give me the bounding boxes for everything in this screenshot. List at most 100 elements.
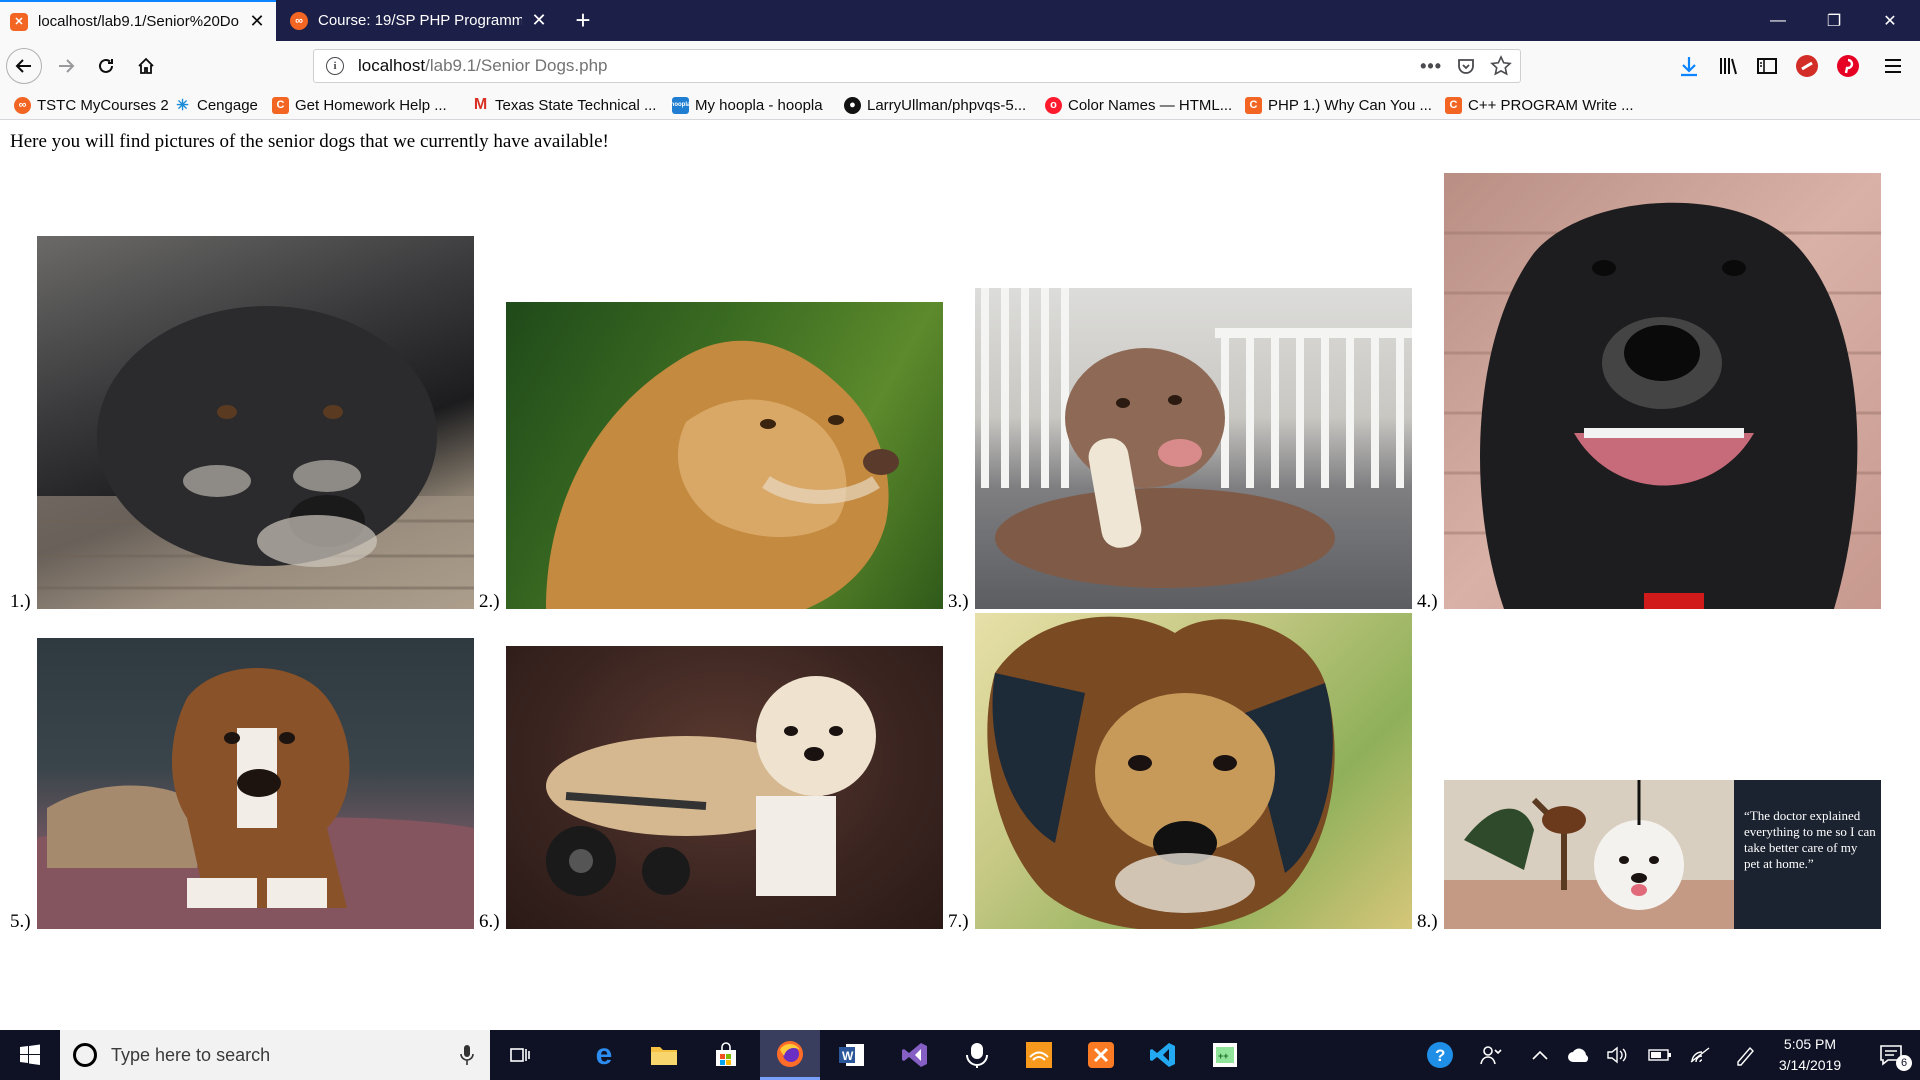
bookmark-label: C++ PROGRAM Write ... <box>1468 96 1634 114</box>
tstc-icon: ∞ <box>290 11 308 30</box>
back-button[interactable] <box>6 48 42 84</box>
dog-photo-1 <box>37 236 474 609</box>
dog-photo-2 <box>506 302 943 609</box>
firefox-icon[interactable] <box>760 1030 820 1080</box>
new-tab-icon[interactable]: + <box>568 0 598 41</box>
minimize-icon[interactable]: — <box>1750 0 1806 41</box>
chegg-icon: C <box>272 96 289 114</box>
bookmark-color-names[interactable]: o Color Names — HTML... <box>1045 94 1232 116</box>
volume-icon[interactable] <box>1603 1030 1631 1080</box>
tstc-icon: ∞ <box>14 96 31 114</box>
taskbar-search[interactable]: Type here to search <box>60 1030 490 1080</box>
library-icon[interactable] <box>1715 53 1741 79</box>
close-tab-icon[interactable]: ✕ <box>248 11 266 32</box>
bookmark-github[interactable]: ● LarryUllman/phpvqs-5... <box>844 94 1026 116</box>
windows-taskbar: Type here to search e W ++ ? 5:05 PM 3/1… <box>0 1030 1920 1080</box>
forward-button[interactable] <box>48 48 84 84</box>
svg-text:?: ? <box>1435 1046 1445 1065</box>
show-hidden-icons[interactable] <box>1526 1030 1554 1080</box>
page-content: Here you will find pictures of the senio… <box>0 121 1920 1030</box>
xampp-icon: ✕ <box>10 12 28 31</box>
wifi-icon[interactable] <box>1686 1030 1714 1080</box>
chegg-icon: C <box>1245 96 1262 114</box>
pinterest-icon[interactable] <box>1835 53 1861 79</box>
testimonial-quote: “The doctor explained everything to me s… <box>1744 808 1876 871</box>
bookmark-label: Cengage <box>197 96 258 114</box>
onedrive-icon[interactable] <box>1565 1030 1593 1080</box>
pen-icon[interactable] <box>1731 1030 1759 1080</box>
notification-count: 6 <box>1896 1055 1912 1071</box>
bookmark-label: Color Names — HTML... <box>1068 96 1233 114</box>
audible-icon[interactable] <box>1009 1030 1069 1080</box>
dog-number-label: 5.) <box>10 911 31 932</box>
restore-icon[interactable]: ❐ <box>1806 0 1862 41</box>
github-icon: ● <box>844 96 861 114</box>
dog-number-label: 2.) <box>479 591 500 612</box>
teams-icon[interactable] <box>947 1030 1007 1080</box>
dog-number-label: 3.) <box>948 591 969 612</box>
microphone-icon[interactable] <box>460 1044 474 1066</box>
bookmark-star-icon[interactable] <box>1490 55 1512 77</box>
dog-photo-3 <box>975 288 1412 609</box>
system-clock[interactable]: 5:05 PM 3/14/2019 <box>1760 1034 1860 1076</box>
navigation-bar: i localhost/lab9.1/Senior Dogs.php ••• <box>0 41 1920 91</box>
start-button[interactable] <box>0 1030 60 1080</box>
sidebar-icon[interactable] <box>1754 53 1780 79</box>
close-window-icon[interactable]: ✕ <box>1862 0 1918 41</box>
home-button[interactable] <box>128 48 164 84</box>
bookmarks-toolbar: ∞ TSTC MyCourses 2 ✳ Cengage C Get Homew… <box>0 91 1920 120</box>
bookmark-cpp[interactable]: C C++ PROGRAM Write ... <box>1445 94 1634 116</box>
file-explorer-icon[interactable] <box>634 1030 694 1080</box>
edge-icon[interactable]: e <box>574 1030 634 1080</box>
site-info-icon[interactable]: i <box>326 57 344 75</box>
search-placeholder: Type here to search <box>111 1044 271 1065</box>
bookmark-php[interactable]: C PHP 1.) Why Can You ... <box>1245 94 1432 116</box>
close-tab-icon[interactable]: ✕ <box>530 10 548 31</box>
address-bar[interactable]: i localhost/lab9.1/Senior Dogs.php ••• <box>313 49 1521 83</box>
tab-senior-dogs[interactable]: ✕ localhost/lab9.1/Senior%20Do ✕ <box>0 0 276 41</box>
chegg-icon: C <box>1445 96 1462 114</box>
xampp-icon[interactable] <box>1071 1030 1131 1080</box>
bookmark-tstc[interactable]: ∞ TSTC MyCourses 2 <box>14 94 169 116</box>
pocket-icon[interactable] <box>1456 56 1476 76</box>
dog-photo-8: “The doctor explained everything to me s… <box>1444 780 1881 929</box>
action-center-icon[interactable]: 6 <box>1862 1030 1920 1080</box>
bookmark-label: Texas State Technical ... <box>495 96 657 114</box>
svg-text:++: ++ <box>1218 1051 1229 1061</box>
clock-time: 5:05 PM <box>1783 1036 1837 1052</box>
people-icon[interactable] <box>1473 1030 1509 1080</box>
lastpass-icon[interactable] <box>1794 53 1820 79</box>
back-arrow-icon <box>15 59 31 73</box>
reload-button[interactable] <box>88 48 124 84</box>
url-path: /lab9.1/Senior Dogs.php <box>425 56 608 75</box>
dog-number-label: 8.) <box>1417 911 1438 932</box>
vscode-icon[interactable] <box>1133 1030 1193 1080</box>
bookmark-hoopla[interactable]: hoopla My hoopla - hoopla <box>671 94 823 116</box>
tab-course[interactable]: ∞ Course: 19/SP PHP Programmin ✕ <box>280 0 560 41</box>
battery-icon[interactable] <box>1646 1030 1674 1080</box>
visual-studio-icon[interactable] <box>885 1030 945 1080</box>
help-icon[interactable]: ? <box>1422 1030 1458 1080</box>
intro-text: Here you will find pictures of the senio… <box>10 131 609 152</box>
page-actions-icon[interactable]: ••• <box>1420 56 1442 77</box>
dog-photo-6 <box>506 646 943 929</box>
dog-photo-4 <box>1444 173 1881 609</box>
gmail-icon: M <box>473 96 488 113</box>
reload-icon <box>99 58 113 73</box>
windows-icon <box>20 1044 40 1065</box>
bookmark-cengage[interactable]: ✳ Cengage <box>174 94 258 116</box>
notepadpp-icon[interactable]: ++ <box>1195 1030 1255 1080</box>
bookmark-texas-state[interactable]: M Texas State Technical ... <box>472 94 657 116</box>
download-icon[interactable] <box>1676 53 1702 79</box>
dog-photo-5 <box>37 638 474 929</box>
bookmark-homework-help[interactable]: C Get Homework Help ... <box>272 94 447 116</box>
tab-title: localhost/lab9.1/Senior%20Do <box>38 13 239 30</box>
store-icon[interactable] <box>696 1030 756 1080</box>
bookmark-label: TSTC MyCourses 2 <box>37 96 169 114</box>
task-view-icon[interactable] <box>490 1030 550 1080</box>
cortana-icon <box>73 1043 97 1067</box>
home-icon <box>138 57 154 74</box>
dog-number-label: 1.) <box>10 591 31 612</box>
word-icon[interactable]: W <box>822 1030 882 1080</box>
menu-icon[interactable] <box>1880 53 1906 79</box>
